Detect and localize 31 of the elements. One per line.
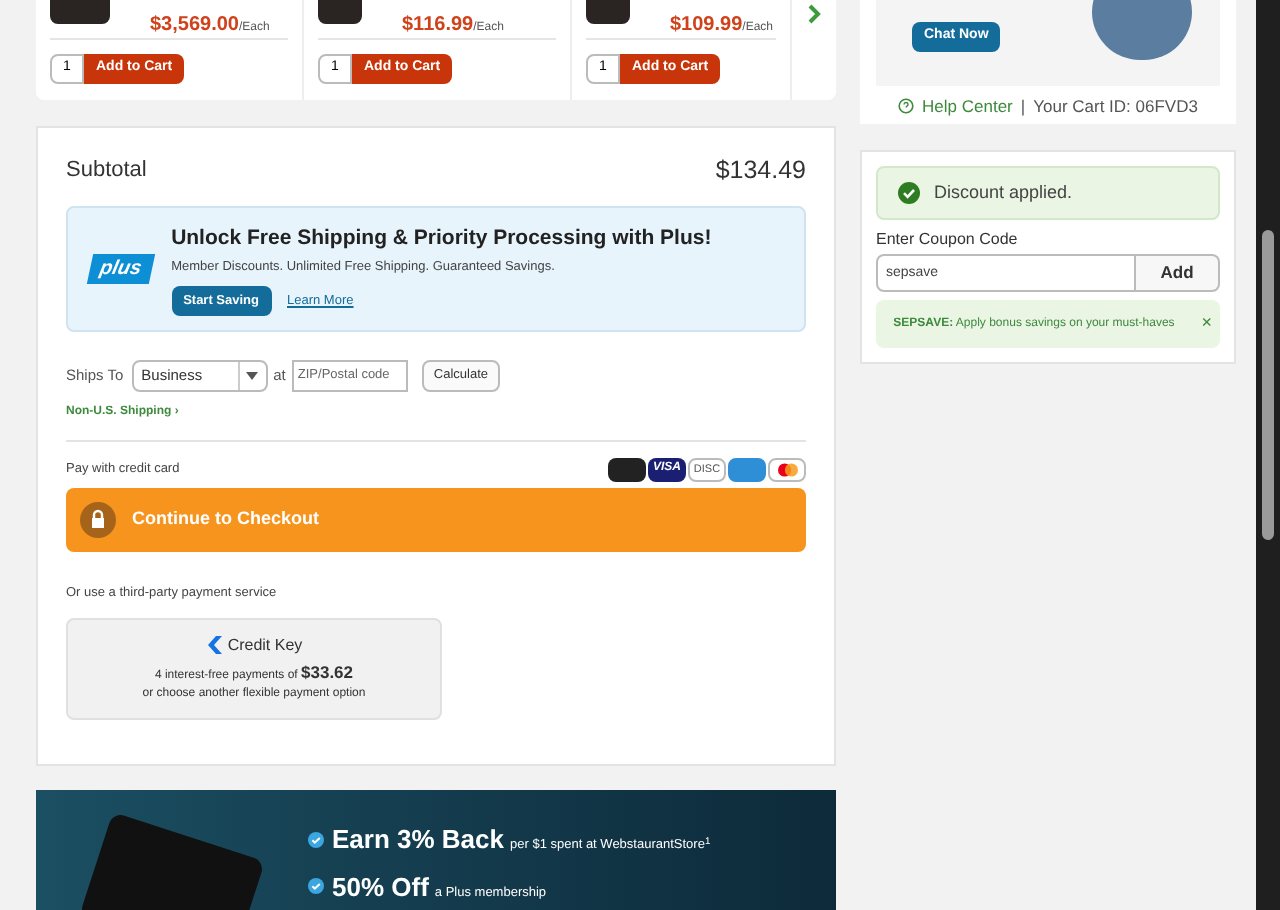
credit-key-name: Credit Key [227,633,303,657]
caret-icon [246,371,259,380]
mastercard-icon [768,457,806,482]
product-price: $3,569.00 [150,12,239,40]
plus-title: Unlock Free Shipping & Priority Processing with Plus! [171,223,712,254]
help-icon [898,98,915,115]
scrollbar[interactable] [1256,0,1280,910]
check-circle-icon [308,831,324,848]
product-photo [50,0,110,24]
separator: | [1020,94,1026,120]
plus-logo: plus [86,253,155,284]
coupon-label: Enter Coupon Code [876,228,1020,252]
credit-key-logo-icon [205,636,224,654]
promo-headline: Earn 3% Back [332,822,504,858]
product-price: $116.99 [402,12,474,40]
subtotal-label: Subtotal [66,156,147,187]
product-photo [586,0,630,24]
help-center-link[interactable]: Help Center [922,94,1013,120]
check-circle-icon [308,878,324,895]
product-photo [318,0,362,24]
promo-headline: 50% Off [332,869,429,905]
store-card-icon [608,457,646,482]
cart-id: Your Cart ID: 06FVD3 [1033,94,1198,120]
subtotal-amount: $134.49 [715,154,806,188]
check-circle-icon [898,182,920,204]
dismiss-button[interactable]: × [1201,310,1212,338]
product-price: $109.99 [670,12,743,40]
discount-status-text: Discount applied. [934,179,1073,206]
add-coupon-button[interactable]: Add [1136,254,1220,292]
lock-icon [80,501,116,538]
amex-card-icon [728,457,766,482]
